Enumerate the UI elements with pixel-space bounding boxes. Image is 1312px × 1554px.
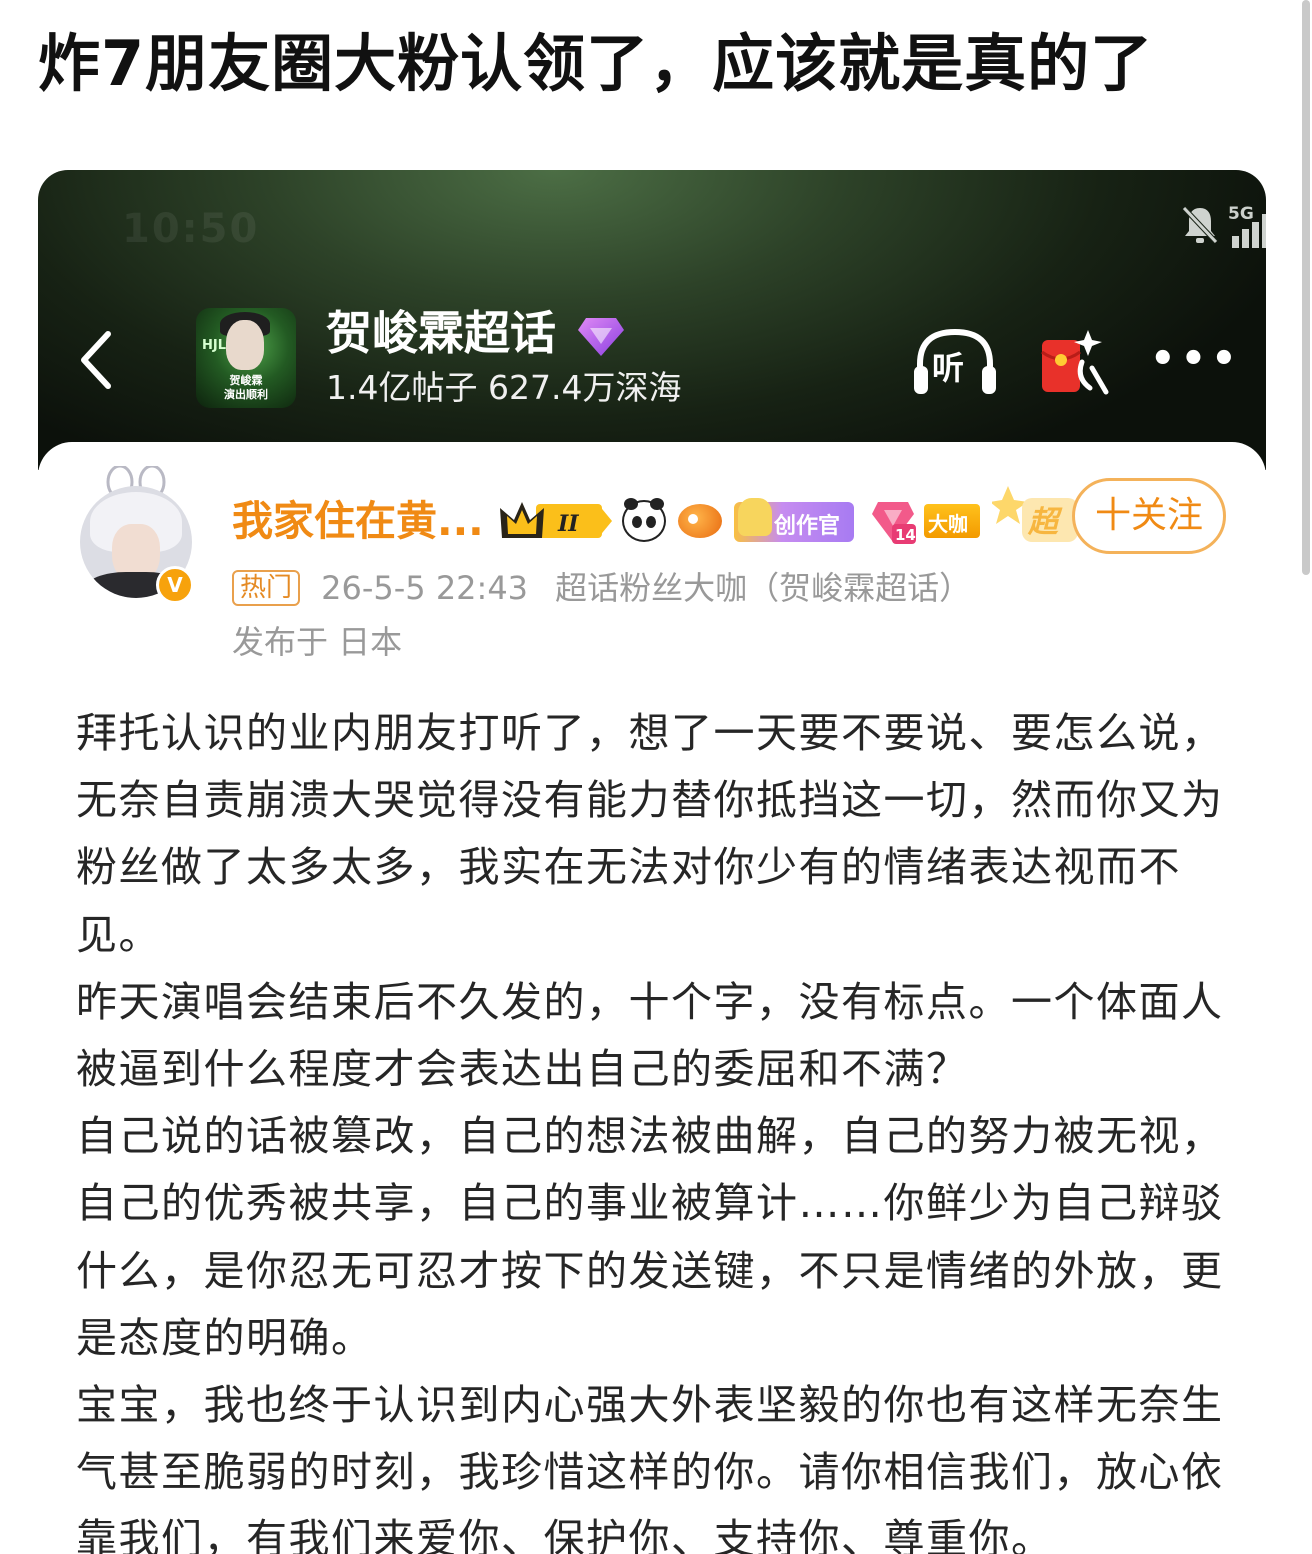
- red-packet-icon[interactable]: [1036, 322, 1110, 398]
- creator-badge[interactable]: 创作官: [734, 498, 854, 542]
- post-content: V 我家住在黄... II 创作官 14 大咖 超 十关注 热门 26-5-5 …: [38, 442, 1266, 1554]
- topic-avatar[interactable]: HJL 贺峻霖 演出顺利: [196, 308, 296, 408]
- post-source[interactable]: 超话粉丝大咖（贺峻霖超话）: [555, 568, 971, 608]
- creator-badge-label: 创作官: [774, 514, 841, 539]
- bell-off-icon: [1182, 206, 1218, 244]
- screenshot-card: 10:50 5G 6 4: [38, 170, 1266, 1554]
- post-time: 26-5-5 22:43: [321, 569, 529, 607]
- body-paragraph: 自己说的话被篡改，自己的想法被曲解，自己的努力被无视，自己的优秀被共享，自己的事…: [76, 1112, 1224, 1362]
- super-badge-text: 超: [1027, 505, 1063, 540]
- body-paragraph: 宝宝，我也终于认识到内心强大外表坚毅的你也有这样无奈生气甚至脆弱的时刻，我珍惜这…: [76, 1381, 1224, 1554]
- gem-badge-text: 14: [895, 526, 916, 544]
- hot-tag[interactable]: 热门: [232, 570, 301, 606]
- chevron-left-icon[interactable]: [76, 330, 116, 390]
- listen-button[interactable]: 听: [912, 326, 998, 396]
- panda-icon[interactable]: [622, 498, 666, 542]
- topic-stats: 1.4亿帖子 627.4万深海: [326, 368, 682, 407]
- user-avatar[interactable]: V: [74, 466, 198, 604]
- level-badge-text: II: [557, 511, 579, 537]
- crown-level-badge[interactable]: II: [498, 498, 614, 548]
- scrollbar-thumb[interactable]: [1302, 0, 1310, 575]
- follow-button[interactable]: 十关注: [1072, 478, 1226, 554]
- topic-name[interactable]: 贺峻霖超话: [326, 304, 556, 362]
- status-time: 10:50: [122, 206, 260, 252]
- gem-level-badge[interactable]: 14: [870, 498, 916, 550]
- topic-avatar-mark: HJL: [202, 338, 227, 353]
- more-button[interactable]: •••: [1150, 339, 1242, 379]
- username[interactable]: 我家住在黄...: [232, 494, 484, 548]
- listen-label: 听: [932, 349, 965, 387]
- body-paragraph: 拜托认识的业内朋友打听了，想了一天要不要说、要怎么说，无奈自责崩溃大哭觉得没有能…: [76, 709, 1224, 959]
- topic-header: 10:50 5G 6 4: [38, 170, 1266, 470]
- dakai-badge-label: 大咖: [928, 512, 968, 536]
- super-fan-badge[interactable]: 超: [990, 480, 1082, 554]
- diamond-icon: [578, 318, 624, 356]
- fish-icon[interactable]: [678, 504, 722, 538]
- user-badges: II 创作官 14 大咖 超: [498, 486, 1078, 550]
- verified-icon: V: [156, 566, 194, 604]
- post-meta: 热门 26-5-5 22:43 超话粉丝大咖（贺峻霖超话）: [232, 568, 993, 608]
- post-body: 拜托认识的业内朋友打听了，想了一天要不要说、要怎么说，无奈自责崩溃大哭觉得没有能…: [76, 700, 1236, 1554]
- body-paragraph: 昨天演唱会结束后不久发的，十个字，没有标点。一个体面人被逼到什么程度才会表达出自…: [76, 977, 1224, 1094]
- topic-avatar-caption-2: 演出顺利: [224, 388, 268, 401]
- post-title: 炸7朋友圈大粉认领了，应该就是真的了: [38, 27, 1154, 100]
- dakai-badge[interactable]: 大咖: [924, 504, 980, 538]
- signal-icon: [1232, 214, 1266, 248]
- topic-avatar-caption-1: 贺峻霖: [229, 374, 263, 387]
- post-location: 发布于 日本: [232, 623, 403, 661]
